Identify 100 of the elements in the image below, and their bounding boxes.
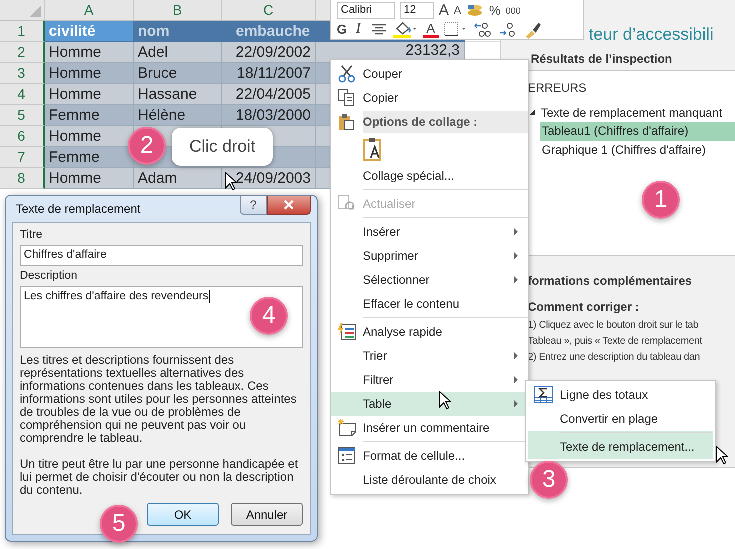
percent-button[interactable]: %: [489, 3, 501, 18]
submenu-arrow-icon: [514, 400, 518, 408]
menu-item[interactable]: Effacer le contenu: [331, 292, 528, 316]
clipboard-icon: [338, 113, 356, 131]
menu-item[interactable]: Filtrer: [331, 368, 528, 392]
cursor-icon: [225, 172, 237, 191]
tree-item[interactable]: Graphique 1 (Chiffres d'affaire): [540, 141, 735, 160]
shrink-font-button[interactable]: A: [454, 4, 462, 16]
submenu-arrow-icon: [514, 228, 518, 236]
cursor-icon: [439, 391, 451, 410]
table-cell: 18/11/2007: [222, 63, 316, 84]
fix-heading: Comment corriger :: [528, 300, 640, 316]
bold-button[interactable]: G: [337, 22, 351, 37]
row-number[interactable]: 3: [0, 63, 45, 84]
table-cell: Femme: [45, 147, 134, 168]
menu-item[interactable]: Liste déroulante de choix: [331, 468, 528, 492]
table-cell: 22/09/2002: [222, 42, 316, 63]
table-header-cell: nom: [134, 21, 222, 42]
help-button[interactable]: ?: [240, 196, 267, 215]
row-number[interactable]: 6: [0, 126, 45, 147]
table-cell: Homme: [45, 168, 134, 189]
column-letter[interactable]: B: [134, 0, 222, 20]
increase-decimal-icon[interactable]: [473, 20, 493, 38]
table-cell: Adam: [134, 168, 222, 189]
row-number[interactable]: 7: [0, 147, 45, 168]
format-cells-icon: [338, 447, 356, 465]
menu-item[interactable]: Table: [331, 392, 528, 416]
grow-font-button[interactable]: A: [439, 2, 450, 19]
borders-icon[interactable]: [444, 22, 468, 38]
align-center-icon[interactable]: [371, 24, 387, 36]
table-cell: Hélène: [134, 105, 222, 126]
sigma-table-icon: [534, 386, 554, 404]
row-number[interactable]: 4: [0, 84, 45, 105]
help-text: Les titres et descriptions fournissent des représentations textuelles alternatives des informations contenues dans les tableaux. Ces informations sont utiles pour les personnes atteintes de troubles de la vue ou de problèmes de compréhension qui ne peuvent pas voir ou comprendre le tableau.: [20, 354, 298, 445]
help-text: Un titre peut être lu par une personne handicapée et lui permet de choisir d'écouter ou non la description du contenu.: [20, 458, 300, 497]
column-letter[interactable]: A: [45, 0, 134, 20]
menu-item[interactable]: Trier: [331, 344, 528, 368]
italic-button[interactable]: I: [356, 21, 366, 38]
close-button[interactable]: [267, 196, 311, 215]
menu-item[interactable]: Couper: [331, 62, 528, 86]
info-heading: formations complémentaires: [528, 274, 694, 290]
instruction-text: Tableau », puis « Texte de remplacement: [528, 335, 704, 349]
row-number[interactable]: 5: [0, 105, 45, 126]
font-name-field[interactable]: Calibri: [337, 2, 395, 19]
dialog-title: Texte de remplacement: [15, 202, 141, 216]
table-header-cell: embauche: [222, 21, 316, 42]
results-heading: Résultats de l’inspection: [530, 52, 674, 68]
table-cell: Bruce: [134, 63, 222, 84]
copy-icon: [338, 89, 356, 107]
row-number[interactable]: 2: [0, 42, 45, 63]
pane-title: teur d’accessibili: [589, 24, 714, 46]
table-cell: Homme: [45, 63, 134, 84]
menu-item[interactable]: Supprimer: [331, 244, 528, 268]
menu-item[interactable]: Sélectionner: [331, 268, 528, 292]
table-cell: Hassane: [134, 84, 222, 105]
instruction-text: 2) Entrez une description du tableau dan: [528, 351, 702, 365]
ok-button[interactable]: OK: [147, 503, 219, 526]
field-label: Titre: [20, 229, 44, 243]
submenu-arrow-icon: [514, 252, 518, 260]
table-cell: Adel: [134, 42, 222, 63]
decrease-decimal-icon[interactable]: [498, 20, 518, 38]
thousands-button[interactable]: 000: [506, 6, 521, 16]
table-cell: Femme: [45, 105, 134, 126]
menu-item[interactable]: Insérer un commentaire: [331, 416, 528, 440]
font-color-button[interactable]: A: [423, 22, 439, 38]
fill-color-icon[interactable]: [392, 20, 418, 38]
menu-item[interactable]: Ligne des totaux: [528, 383, 713, 407]
table-header-cell: civilité: [45, 21, 134, 42]
tree-item[interactable]: Texte de remplacement manquant: [541, 106, 722, 120]
cancel-button[interactable]: Annuler: [231, 503, 303, 526]
menu-item[interactable]: Copier: [331, 86, 528, 110]
submenu-arrow-icon: [514, 376, 518, 384]
table-cell: 24/09/2003: [222, 168, 316, 189]
scissors-icon: [338, 65, 356, 83]
tree-item[interactable]: Tableau1 (Chiffres d'affaire): [540, 122, 735, 141]
field-label: Description: [20, 270, 79, 284]
font-size-field[interactable]: 12: [400, 2, 434, 19]
table-cell: 18/03/2000: [222, 105, 316, 126]
instruction-text: 1) Cliquez avec le bouton droit sur le tab: [528, 319, 700, 333]
menu-heading: Options de collage :: [363, 111, 528, 133]
section-label: ERREURS: [528, 81, 587, 97]
step-badge: 5: [100, 505, 138, 543]
title-field[interactable]: Chiffres d'affaire: [20, 245, 303, 266]
table-cell: 22/04/2005: [222, 84, 316, 105]
paste-option-icon[interactable]: [363, 137, 383, 161]
column-letter[interactable]: C: [222, 0, 316, 20]
table-cell: Homme: [45, 84, 134, 105]
step-badge: 1: [642, 181, 680, 219]
row-number[interactable]: 1: [0, 21, 45, 42]
table-cell: Homme: [45, 126, 134, 147]
close-icon: [283, 200, 295, 210]
quick-analysis-icon: [337, 323, 357, 341]
table-cell: Homme: [45, 42, 134, 63]
coins-icon[interactable]: [466, 4, 484, 18]
menu-item[interactable]: Collage spécial...: [331, 164, 528, 188]
menu-item[interactable]: Convertir en plage: [528, 407, 713, 431]
menu-item[interactable]: Texte de remplacement...: [528, 431, 713, 459]
submenu-arrow-icon: [514, 352, 518, 360]
submenu-arrow-icon: [514, 276, 518, 284]
row-number[interactable]: 8: [0, 168, 45, 189]
